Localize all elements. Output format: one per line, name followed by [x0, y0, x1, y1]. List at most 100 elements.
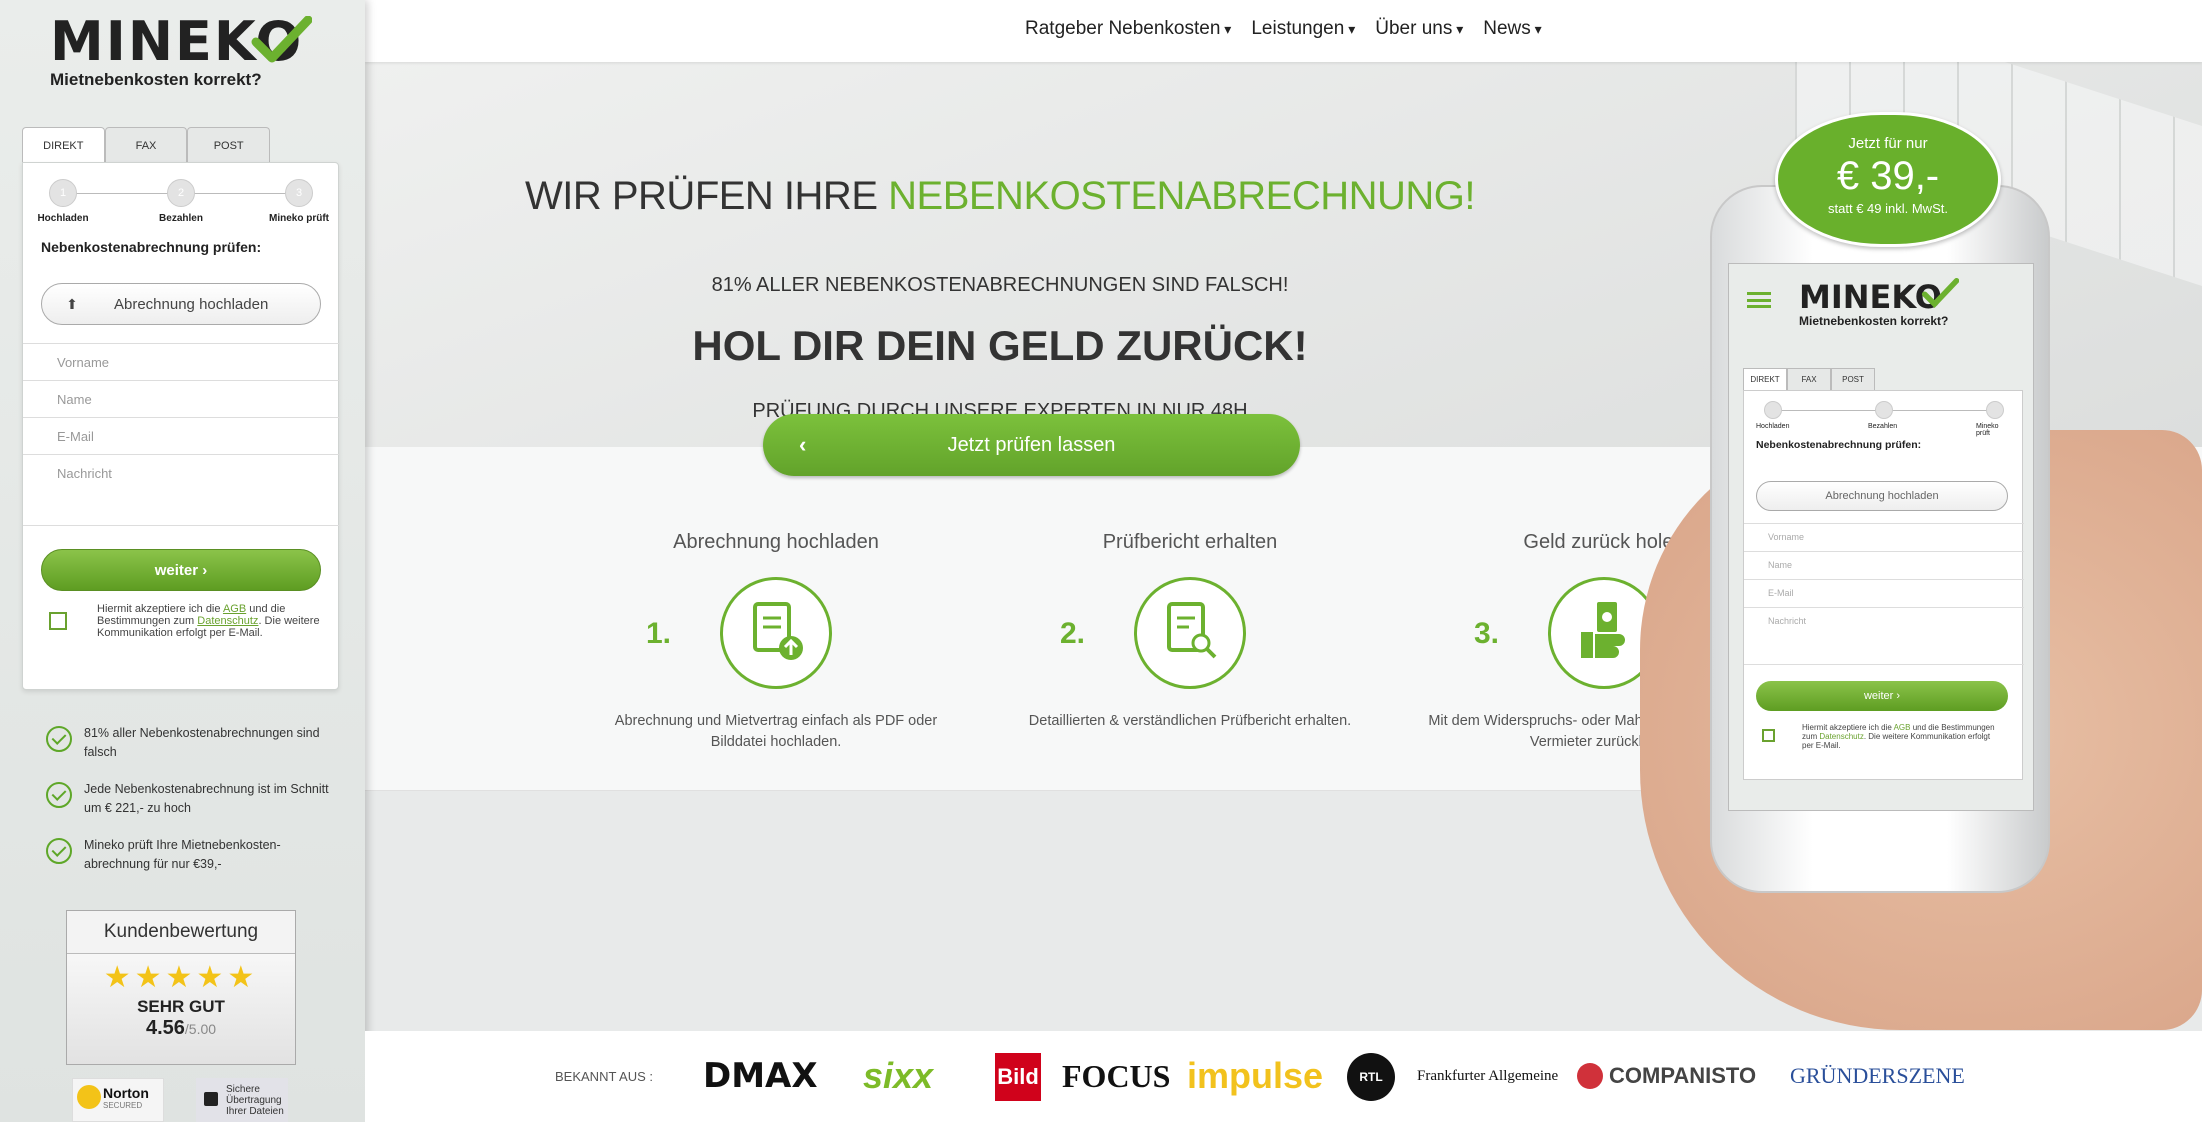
document-search-icon	[1134, 577, 1246, 689]
phone-agree-text: Hiermit akzeptiere ich die AGB und die B…	[1802, 723, 2002, 750]
phone-agree-checkbox	[1762, 729, 1775, 742]
step-number: 1.	[646, 617, 672, 650]
companisto-label: COMPANISTO	[1609, 1063, 1757, 1088]
rating-max: /5.00	[184, 1021, 217, 1037]
phone-step-dot	[1986, 401, 2004, 419]
price-badge: Jetzt für nur € 39,- statt € 49 inkl. Mw…	[1775, 112, 2001, 247]
nav-item-news[interactable]: News	[1483, 18, 1541, 40]
nav-item-ratgeber[interactable]: Ratgeber Nebenkosten	[1025, 18, 1231, 40]
email-field[interactable]: E-Mail	[23, 417, 340, 454]
rating-label: SEHR GUT	[137, 997, 225, 1016]
step-number: 1	[49, 179, 77, 207]
price-intro: Jetzt für nur	[1848, 135, 1928, 152]
check-circle-icon	[46, 726, 72, 752]
rating-value: 4.56	[145, 1017, 185, 1039]
phone-mockup: MINEKO Mietnebenkosten korrekt? DIREKT F…	[1710, 185, 2050, 893]
secure-transfer-badge: Sichere Übertragung Ihrer Dateien	[196, 1078, 288, 1122]
phone-tab-fax: FAX	[1787, 368, 1831, 390]
name-field[interactable]: Name	[23, 380, 340, 417]
step-label: Hochladen	[37, 213, 89, 224]
benefit-item: Mineko prüft Ihre Mietnebenkosten-abrech…	[46, 836, 346, 874]
press-bar: BEKANNT AUS : DMAX sixx Bild FOCUS impul…	[365, 1031, 2202, 1122]
form-progress: 1 Hochladen 2 Bezahlen 3 Mineko prüft	[23, 177, 340, 227]
focus-logo: FOCUS	[1062, 1057, 1171, 1094]
step-card-1: Abrechnung hochladen 1. Abrechnung und M…	[586, 531, 966, 750]
companisto-mark-icon	[1577, 1063, 1603, 1089]
logo[interactable]: MINEKO Mietnebenkosten korrekt?	[50, 10, 320, 90]
rating-title: Kundenbewertung	[67, 911, 295, 954]
step-label: Bezahlen	[159, 213, 203, 224]
phone-agree-part: Hiermit akzeptiere ich die	[1802, 723, 1892, 732]
upload-icon: ⬆	[66, 295, 78, 312]
phone-screen: MINEKO Mietnebenkosten korrekt? DIREKT F…	[1728, 263, 2034, 811]
step-number: 3	[285, 179, 313, 207]
norton-label: Norton	[103, 1085, 149, 1101]
tab-fax[interactable]: FAX	[104, 127, 188, 163]
price-note: statt € 49 inkl. MwSt.	[1828, 201, 1948, 216]
norton-sub: SECURED	[103, 1101, 143, 1110]
form-title: Nebenkostenabrechnung prüfen:	[41, 239, 262, 255]
phone-step-dot	[1875, 401, 1893, 419]
phone-logo-check-icon	[1921, 278, 1959, 308]
weiter-button[interactable]: weiter ›	[41, 549, 321, 591]
step-description: Detaillierten & verständlichen Prüfberic…	[1028, 713, 1352, 729]
logo-tagline: Mietnebenkosten korrekt?	[50, 70, 262, 89]
norton-check-icon	[77, 1085, 101, 1109]
phone-tab-post: POST	[1831, 368, 1875, 390]
hero-claim: HOL DIR DEIN GELD ZURÜCK!	[692, 322, 1308, 369]
rating-score: 4.56/5.00	[67, 1017, 295, 1040]
phone-form-progress: Hochladen Bezahlen Mineko prüft	[1754, 401, 2014, 437]
step-title: Prüfbericht erhalten	[1102, 531, 1278, 553]
phone-logo-tagline: Mietnebenkosten korrekt?	[1799, 314, 1949, 328]
agb-link[interactable]: AGB	[223, 603, 246, 615]
step-number: 2.	[1060, 617, 1086, 650]
phone-form-title: Nebenkostenabrechnung prüfen:	[1756, 439, 1922, 451]
tab-direkt[interactable]: DIREKT	[22, 127, 105, 163]
cta-label: Jetzt prüfen lassen	[947, 434, 1116, 456]
step-bezahlen: 2 Bezahlen	[141, 177, 221, 224]
message-field[interactable]: Nachricht	[23, 454, 340, 526]
headline-accent: NEBENKOSTENABRECHNUNG!	[888, 174, 1475, 218]
cta-button[interactable]: ‹ Jetzt prüfen lassen	[763, 414, 1300, 476]
form-tabs: DIREKT FAX POST	[22, 127, 271, 163]
upload-button[interactable]: ⬆ Abrechnung hochladen	[41, 283, 321, 325]
sidebar: MINEKO Mietnebenkosten korrekt? DIREKT F…	[0, 0, 365, 1122]
phone-weiter-button: weiter ›	[1756, 681, 2008, 711]
gruenderszene-logo: GRÜNDERSZENE	[1790, 1063, 1965, 1088]
check-circle-icon	[46, 838, 72, 864]
check-circle-icon	[46, 782, 72, 808]
phone-agb-link: AGB	[1893, 723, 1911, 732]
chevron-left-icon: ‹	[799, 432, 807, 457]
phone-vorname-field: Vorname	[1744, 523, 2024, 551]
phone-step-label: Hochladen	[1756, 423, 1790, 430]
step-title: Abrechnung hochladen	[673, 531, 879, 553]
privacy-link[interactable]: Datenschutz	[197, 615, 258, 627]
headline-plain: WIR PRÜFEN IHRE	[525, 174, 889, 218]
price-value: € 39,-	[1836, 154, 1940, 198]
tab-post[interactable]: POST	[187, 127, 271, 163]
norton-badge[interactable]: Norton SECURED	[72, 1078, 164, 1122]
step-hochladen: 1 Hochladen	[23, 177, 103, 224]
phone-step-label: Bezahlen	[1868, 423, 1898, 430]
top-nav: Ratgeber Nebenkosten Leistungen Über uns…	[365, 0, 2202, 62]
nav-item-ueber-uns[interactable]: Über uns	[1375, 18, 1463, 40]
phone-message-field: Nachricht	[1744, 607, 2024, 665]
hamburger-menu-icon	[1747, 292, 1771, 308]
customer-rating[interactable]: Kundenbewertung ★★★★★ SEHR GUT 4.56/5.00	[66, 910, 296, 1065]
benefit-text: 81% aller Nebenkostenabrechnungen sind f…	[84, 726, 320, 759]
agree-checkbox[interactable]	[49, 612, 67, 630]
phone-email-field: E-Mail	[1744, 579, 2024, 607]
vorname-field[interactable]: Vorname	[23, 343, 340, 380]
lock-icon	[204, 1092, 218, 1106]
nav-item-leistungen[interactable]: Leistungen	[1251, 18, 1355, 40]
hero-headline: WIR PRÜFEN IHRE NEBENKOSTENABRECHNUNG!	[365, 174, 1635, 219]
phone-form: Hochladen Bezahlen Mineko prüft Nebenkos…	[1743, 390, 2024, 780]
step-number: 3.	[1474, 617, 1500, 650]
press-label: BEKANNT AUS :	[555, 1069, 654, 1084]
phone-privacy-link: Datenschutz	[1819, 732, 1864, 741]
benefit-text: Jede Nebenkostenabrechnung ist im Schnit…	[84, 782, 329, 815]
bild-logo: Bild	[995, 1053, 1041, 1101]
page: MINEKO Mietnebenkosten korrekt? DIREKT F…	[0, 0, 2202, 1122]
benefit-text: Mineko prüft Ihre Mietnebenkosten-abrech…	[84, 838, 281, 871]
phone-step-label: Mineko prüft	[1976, 423, 1999, 437]
